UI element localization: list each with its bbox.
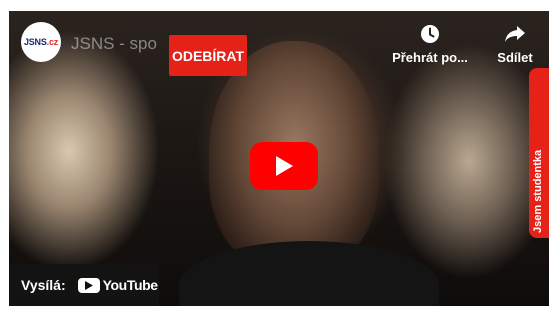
logo-accent: .cz [46, 37, 59, 47]
clock-icon [421, 25, 439, 43]
side-tab[interactable]: Jsem studentka [529, 68, 549, 238]
youtube-play-icon [77, 277, 100, 293]
subscribe-button[interactable]: ODEBÍRAT [169, 35, 247, 76]
share-arrow-icon [505, 26, 525, 42]
play-icon [276, 156, 293, 176]
watch-later-label: Přehrát po... [392, 50, 468, 65]
share-button[interactable]: Sdílet [492, 24, 538, 65]
channel-title[interactable]: JSNS - spo [71, 34, 157, 54]
watch-on-label: Vysílá: [21, 277, 66, 293]
youtube-wordmark: YouTube [102, 277, 158, 293]
channel-bar: JSNS .cz JSNS - spo ODEBÍRAT [9, 14, 247, 76]
channel-logo[interactable]: JSNS .cz [21, 22, 61, 62]
share-label: Sdílet [497, 50, 533, 65]
logo-text: JSNS [23, 37, 47, 47]
youtube-logo: YouTube [77, 277, 158, 293]
side-tab-label: Jsem studentka [532, 149, 544, 233]
watch-later-button[interactable]: Přehrát po... [390, 24, 470, 65]
watch-on-youtube-bar[interactable]: Vysílá: YouTube [9, 264, 159, 306]
play-button[interactable] [250, 142, 318, 190]
